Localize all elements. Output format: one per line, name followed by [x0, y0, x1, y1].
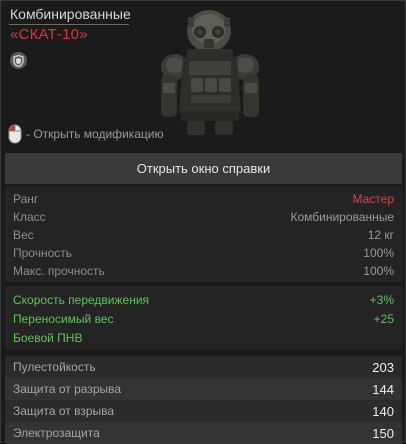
- bonus-label: Переносимый вес: [13, 312, 114, 326]
- bonus-value: +3%: [369, 293, 394, 307]
- protection-value: 203: [372, 359, 394, 375]
- protection-row-electric: Электрозащита 150: [5, 422, 402, 444]
- protection-row-explosion: Защита от взрыва 140: [5, 400, 402, 422]
- item-name: «СКАТ-10»: [10, 26, 88, 43]
- bonus-row-carry-weight: Переносимый вес +25: [5, 310, 402, 328]
- bonus-value: +25: [373, 312, 394, 326]
- info-value: 100%: [363, 246, 394, 260]
- item-tooltip: Комбинированные «СКАТ-10» - Открыть моди…: [0, 0, 406, 444]
- info-label: Прочность: [13, 246, 73, 260]
- info-label: Класс: [13, 210, 46, 224]
- info-value: 12 кг: [367, 228, 394, 242]
- mouse-icon: [8, 124, 22, 144]
- info-row-durability: Прочность 100%: [5, 244, 402, 262]
- info-value: Комбинированные: [290, 210, 395, 224]
- category-underline: [9, 24, 129, 25]
- protection-label: Пулестойкость: [13, 360, 96, 374]
- info-value: Мастер: [352, 192, 394, 206]
- modification-hint: - Открыть модификацию: [8, 123, 164, 145]
- open-help-button[interactable]: Открыть окно справки: [5, 153, 402, 184]
- protection-value: 144: [372, 381, 394, 397]
- info-row-class: Класс Комбинированные: [5, 208, 402, 226]
- info-row-max-durability: Макс. прочность 100%: [5, 262, 402, 280]
- info-label: Макс. прочность: [13, 264, 105, 278]
- info-value: 100%: [363, 264, 394, 278]
- protection-label: Защита от разрыва: [13, 382, 122, 396]
- bonus-label: Боевой ПНВ: [13, 331, 83, 345]
- protection-label: Защита от взрыва: [13, 404, 115, 418]
- shield-icon: [10, 52, 27, 69]
- tooltip-header: Комбинированные «СКАТ-10» - Открыть моди…: [1, 1, 405, 147]
- item-category: Комбинированные: [10, 6, 131, 22]
- info-row-rank: Ранг Мастер: [5, 190, 402, 208]
- info-label: Вес: [13, 228, 34, 242]
- bonus-section: Скорость передвижения +3% Переносимый ве…: [5, 286, 402, 349]
- bonus-row-speed: Скорость передвижения +3%: [5, 291, 402, 309]
- info-row-weight: Вес 12 кг: [5, 226, 402, 244]
- protection-value: 150: [372, 425, 394, 441]
- hint-text: - Открыть модификацию: [26, 127, 164, 141]
- protection-row-bullet: Пулестойкость 203: [5, 356, 402, 378]
- bonus-row-night-vision: Боевой ПНВ: [5, 329, 402, 347]
- armor-suit-icon: [161, 10, 259, 135]
- protection-label: Электрозащита: [13, 426, 100, 440]
- bonus-label: Скорость передвижения: [13, 293, 150, 307]
- info-label: Ранг: [13, 192, 39, 206]
- info-section: Ранг Мастер Класс Комбинированные Вес 12…: [5, 187, 402, 282]
- protection-value: 140: [372, 403, 394, 419]
- protection-row-rupture: Защита от разрыва 144: [5, 378, 402, 400]
